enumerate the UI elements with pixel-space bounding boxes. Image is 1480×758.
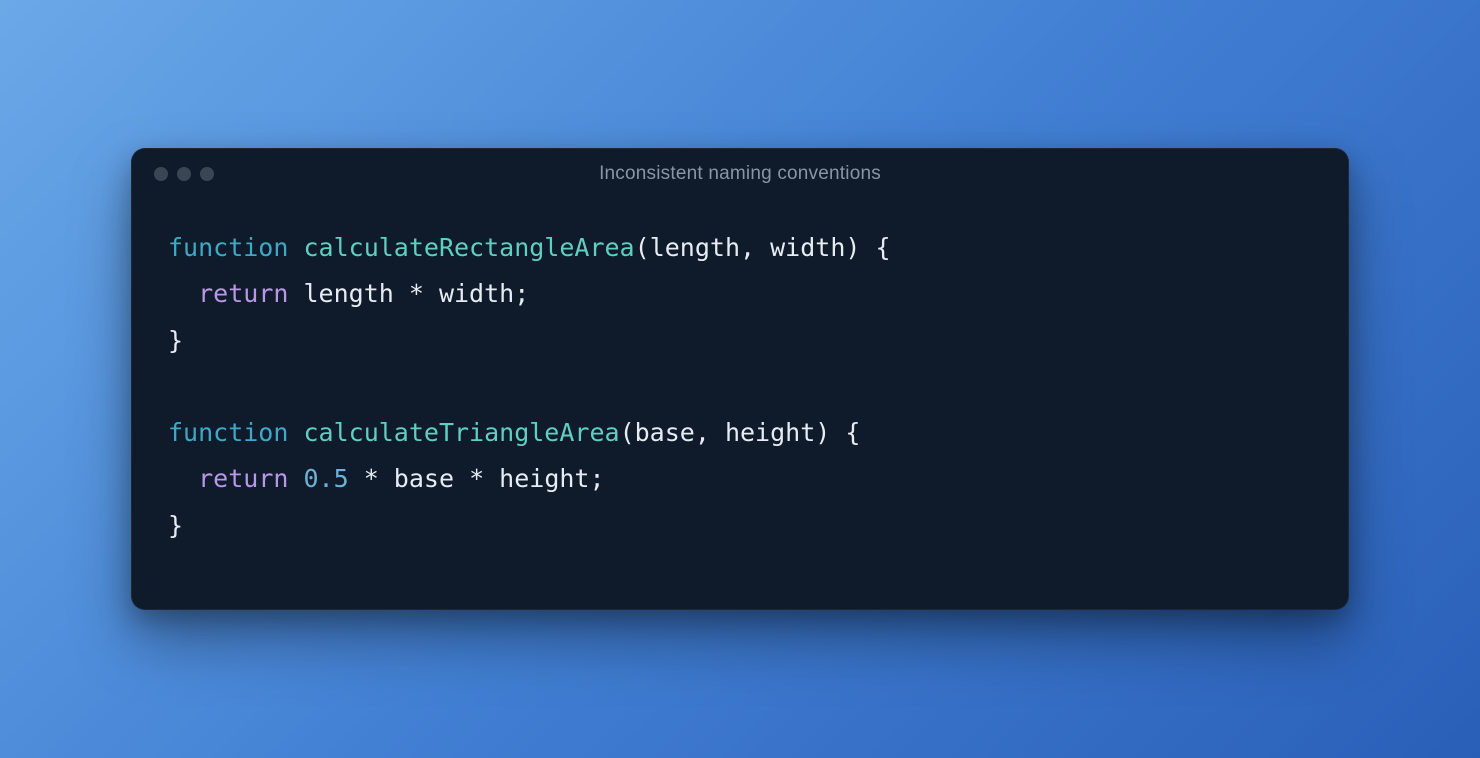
param: length xyxy=(650,233,740,262)
code-window: Inconsistent naming conventions function… xyxy=(131,148,1349,610)
token-ident: length xyxy=(303,279,393,308)
token-ident: width xyxy=(439,279,514,308)
function-name: calculateTriangleArea xyxy=(303,418,619,447)
minimize-icon[interactable] xyxy=(177,167,191,181)
keyword-function: function xyxy=(168,418,288,447)
keyword-return: return xyxy=(198,464,288,493)
traffic-lights xyxy=(154,167,214,181)
semicolon: ; xyxy=(589,464,604,493)
param: base xyxy=(635,418,695,447)
close-icon[interactable] xyxy=(154,167,168,181)
paren-open: ( xyxy=(620,418,635,447)
function-name: calculateRectangleArea xyxy=(303,233,634,262)
token-op: * xyxy=(394,279,439,308)
brace-close: } xyxy=(168,326,183,355)
titlebar: Inconsistent naming conventions xyxy=(132,149,1348,191)
param: width xyxy=(770,233,845,262)
paren-close-brace-open: ) { xyxy=(815,418,860,447)
keyword-return: return xyxy=(198,279,288,308)
brace-close: } xyxy=(168,511,183,540)
token-ident: height xyxy=(499,464,589,493)
token-op: * xyxy=(454,464,499,493)
paren-open: ( xyxy=(635,233,650,262)
token-number: 0.5 xyxy=(303,464,348,493)
keyword-function: function xyxy=(168,233,288,262)
token-ident: base xyxy=(394,464,454,493)
window-title: Inconsistent naming conventions xyxy=(599,163,881,185)
token-op: * xyxy=(349,464,394,493)
maximize-icon[interactable] xyxy=(200,167,214,181)
param: height xyxy=(725,418,815,447)
comma: , xyxy=(695,418,725,447)
code-editor[interactable]: function calculateRectangleArea(length, … xyxy=(132,191,1348,609)
comma: , xyxy=(740,233,770,262)
semicolon: ; xyxy=(514,279,529,308)
paren-close-brace-open: ) { xyxy=(845,233,890,262)
